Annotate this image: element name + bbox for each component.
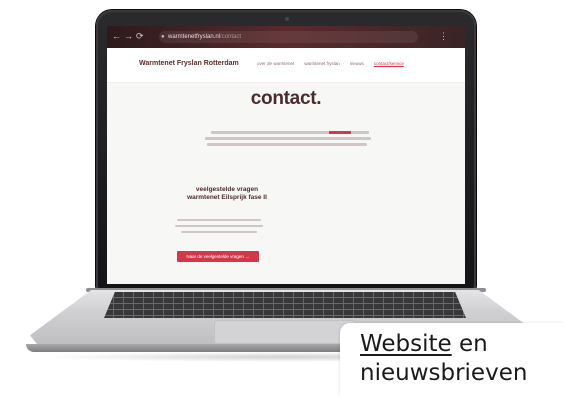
reload-icon[interactable]: ⟳ bbox=[136, 31, 144, 41]
address-bar[interactable]: ● warmtenetfryslan.nl/contact bbox=[159, 31, 418, 43]
faq-title: veelgestelde vragen warmtenet Eilsprijk … bbox=[165, 186, 289, 202]
nav-item-over[interactable]: over de warmtenet bbox=[257, 61, 294, 66]
caption-label: Website en nieuwsbrieven bbox=[340, 323, 564, 397]
lock-icon: ● bbox=[161, 34, 165, 40]
back-icon[interactable]: ← bbox=[112, 31, 121, 41]
keyboard-rows bbox=[104, 292, 466, 318]
camera-dot bbox=[285, 17, 289, 21]
faq-button[interactable]: Naar de veelgestelde vragen → bbox=[177, 251, 259, 262]
faq-line bbox=[181, 231, 257, 233]
laptop-screen: ← → ⟳ ● warmtenetfryslan.nl/contact ⋮ Wa… bbox=[107, 26, 465, 284]
page-title: contact. bbox=[250, 88, 322, 109]
caption-text: Website en nieuwsbrieven bbox=[360, 330, 560, 388]
faq-title-line-1: veelgestelde vragen bbox=[195, 186, 259, 193]
intro-line bbox=[207, 143, 367, 146]
faq-line bbox=[175, 225, 263, 227]
intro-line bbox=[211, 131, 369, 134]
site-header: Warmtenet Fryslan Rotterdam over de warm… bbox=[107, 48, 465, 83]
laptop-lid: ← → ⟳ ● warmtenetfryslan.nl/contact ⋮ Wa… bbox=[96, 10, 476, 290]
faq-title-line-2: warmtenet Eilsprijk fase II bbox=[187, 194, 267, 201]
faq-line bbox=[177, 219, 261, 221]
url-path: /contact bbox=[220, 34, 242, 40]
intro-link[interactable] bbox=[329, 131, 351, 134]
nav-item-nieuws[interactable]: nieuws bbox=[350, 61, 364, 66]
forward-icon[interactable]: → bbox=[124, 31, 133, 41]
url-host: warmtenetfryslan.nl bbox=[168, 34, 221, 40]
nav-item-contact[interactable]: contact/service bbox=[374, 61, 404, 66]
intro-line bbox=[205, 137, 371, 140]
caption-word-nieuwsbrieven: nieuwsbrieven bbox=[360, 360, 528, 386]
site-logo[interactable]: Warmtenet Fryslan Rotterdam bbox=[139, 60, 239, 67]
caption-word-website: Website bbox=[360, 331, 452, 357]
browser-menu-icon[interactable]: ⋮ bbox=[439, 31, 448, 41]
nav-item-warmtenet[interactable]: warmtenet fryslan bbox=[304, 61, 340, 66]
caption-word-en: en bbox=[459, 331, 488, 357]
laptop-trackpad bbox=[214, 320, 356, 344]
site-nav: over de warmtenet warmtenet fryslan nieu… bbox=[257, 61, 404, 66]
browser-toolbar: ← → ⟳ ● warmtenetfryslan.nl/contact ⋮ bbox=[107, 26, 465, 48]
